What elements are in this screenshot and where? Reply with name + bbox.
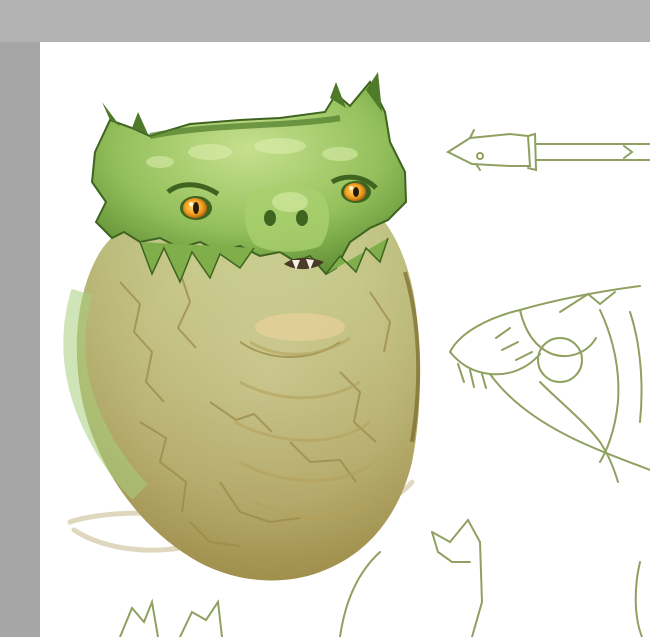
- spear-sketch: [445, 129, 650, 172]
- artwork: [63, 72, 650, 637]
- workspace-top-margin: [0, 0, 650, 42]
- dragon-profile-sketch: [449, 285, 650, 483]
- dragon-neck: [63, 207, 421, 581]
- workspace-left-margin: [0, 42, 40, 637]
- workspace: [0, 0, 650, 637]
- drawing-canvas[interactable]: [40, 42, 650, 637]
